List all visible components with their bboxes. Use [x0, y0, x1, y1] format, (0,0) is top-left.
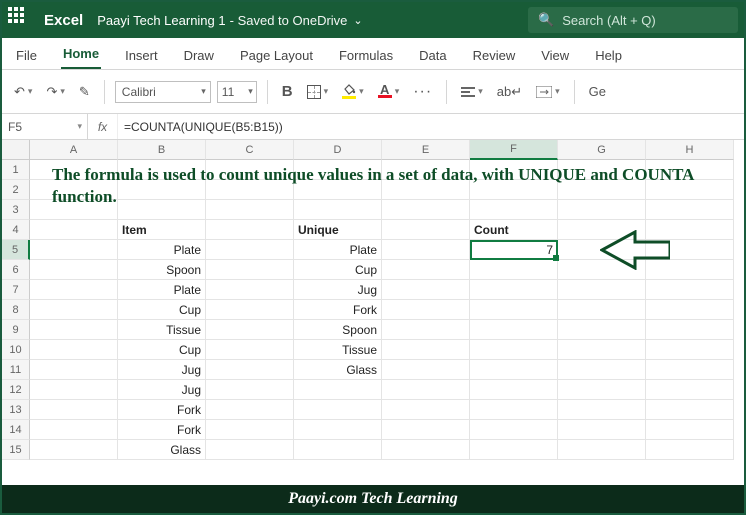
- app-launcher-icon[interactable]: [8, 7, 34, 33]
- ribbon-toolbar: ↶▾ ↷▾ ✎ Calibri 11 B ▾ ▾ A▾ ··· ▾ ab↵ ▾ …: [2, 70, 744, 114]
- row-header[interactable]: 11: [2, 360, 30, 380]
- more-font-button[interactable]: ···: [409, 81, 436, 103]
- tab-data[interactable]: Data: [417, 42, 448, 69]
- row-header[interactable]: 5: [2, 240, 30, 260]
- row-header[interactable]: 9: [2, 320, 30, 340]
- tab-page-layout[interactable]: Page Layout: [238, 42, 315, 69]
- row-header[interactable]: 12: [2, 380, 30, 400]
- fill-color-button[interactable]: ▾: [338, 82, 368, 101]
- tab-review[interactable]: Review: [471, 42, 518, 69]
- app-name: Excel: [44, 12, 83, 29]
- cell-unique[interactable]: Glass: [294, 360, 382, 380]
- font-color-button[interactable]: A▾: [374, 83, 404, 100]
- cell-item[interactable]: Spoon: [118, 260, 206, 280]
- tab-help[interactable]: Help: [593, 42, 624, 69]
- number-format-select[interactable]: Ge: [585, 82, 610, 101]
- merge-button[interactable]: ▾: [532, 84, 564, 100]
- cell-item[interactable]: Cup: [118, 340, 206, 360]
- wrap-text-button[interactable]: ab↵: [493, 82, 526, 102]
- col-header[interactable]: H: [646, 140, 734, 160]
- fx-button[interactable]: fx: [88, 114, 118, 139]
- border-icon: [307, 85, 321, 99]
- spreadsheet-grid: 1 2 3 4 5 6 7 8 9 10 11 12 13 14 15 A B …: [2, 140, 744, 460]
- wrap-icon: ab↵: [497, 84, 522, 100]
- row-header[interactable]: 1: [2, 160, 30, 180]
- tab-home[interactable]: Home: [61, 40, 101, 69]
- undo-icon: ↶: [14, 84, 25, 100]
- tab-view[interactable]: View: [539, 42, 571, 69]
- cell-unique[interactable]: Spoon: [294, 320, 382, 340]
- search-placeholder: Search (Alt + Q): [562, 13, 656, 28]
- ribbon-tabs: File Home Insert Draw Page Layout Formul…: [2, 38, 744, 70]
- tab-draw[interactable]: Draw: [182, 42, 216, 69]
- cell-item[interactable]: Cup: [118, 300, 206, 320]
- cell-item[interactable]: Tissue: [118, 320, 206, 340]
- header-count[interactable]: Count: [470, 220, 558, 240]
- document-name[interactable]: Paayi Tech Learning 1: [97, 13, 225, 28]
- search-input[interactable]: 🔍 Search (Alt + Q): [528, 7, 738, 33]
- brush-icon: ✎: [79, 84, 90, 100]
- row-header[interactable]: 3: [2, 200, 30, 220]
- merge-icon: [536, 86, 552, 98]
- cell-unique[interactable]: Tissue: [294, 340, 382, 360]
- redo-icon: ↷: [46, 84, 57, 100]
- bucket-icon: [342, 84, 356, 95]
- formula-input[interactable]: =COUNTA(UNIQUE(B5:B15)): [118, 114, 744, 139]
- font-family-select[interactable]: Calibri: [115, 81, 211, 103]
- cell-item[interactable]: Fork: [118, 420, 206, 440]
- formula-bar: F5▾ fx =COUNTA(UNIQUE(B5:B15)): [2, 114, 744, 140]
- col-header[interactable]: G: [558, 140, 646, 160]
- header-item[interactable]: Item: [118, 220, 206, 240]
- row-header[interactable]: 2: [2, 180, 30, 200]
- col-header[interactable]: F: [470, 140, 558, 160]
- align-icon: [461, 87, 475, 97]
- align-left-button[interactable]: ▾: [457, 84, 487, 99]
- row-header[interactable]: 6: [2, 260, 30, 280]
- header-unique[interactable]: Unique: [294, 220, 382, 240]
- cell-item[interactable]: Glass: [118, 440, 206, 460]
- col-header[interactable]: C: [206, 140, 294, 160]
- description-text: The formula is used to count unique valu…: [52, 164, 704, 208]
- cell-count[interactable]: 7: [470, 240, 558, 260]
- col-header[interactable]: B: [118, 140, 206, 160]
- cell-item[interactable]: Jug: [118, 360, 206, 380]
- name-box[interactable]: F5▾: [2, 114, 88, 139]
- title-bar: Excel Paayi Tech Learning 1 - Saved to O…: [2, 2, 744, 38]
- redo-button[interactable]: ↷▾: [42, 82, 68, 102]
- saved-location: - Saved to OneDrive: [230, 13, 348, 28]
- cell-item[interactable]: Plate: [118, 240, 206, 260]
- col-header[interactable]: D: [294, 140, 382, 160]
- footer-branding: Paayi.com Tech Learning: [2, 485, 744, 513]
- row-header[interactable]: 8: [2, 300, 30, 320]
- row-header[interactable]: 15: [2, 440, 30, 460]
- cells-area[interactable]: Item Unique Count Plate Plate 7 Spoon Cup P…: [30, 160, 744, 460]
- row-header[interactable]: 10: [2, 340, 30, 360]
- col-header[interactable]: A: [30, 140, 118, 160]
- cell-unique[interactable]: Cup: [294, 260, 382, 280]
- format-painter-button[interactable]: ✎: [75, 82, 94, 102]
- tab-insert[interactable]: Insert: [123, 42, 160, 69]
- borders-button[interactable]: ▾: [303, 83, 333, 101]
- cell-unique[interactable]: Fork: [294, 300, 382, 320]
- row-header[interactable]: 7: [2, 280, 30, 300]
- search-icon: 🔍: [538, 12, 554, 28]
- bold-button[interactable]: B: [278, 81, 297, 102]
- arrow-icon: [600, 230, 670, 270]
- row-header[interactable]: 14: [2, 420, 30, 440]
- tab-file[interactable]: File: [14, 42, 39, 69]
- cell-item[interactable]: Jug: [118, 380, 206, 400]
- tab-formulas[interactable]: Formulas: [337, 42, 395, 69]
- cell-item[interactable]: Plate: [118, 280, 206, 300]
- cell-item[interactable]: Fork: [118, 400, 206, 420]
- font-size-select[interactable]: 11: [217, 81, 257, 103]
- col-header[interactable]: E: [382, 140, 470, 160]
- row-header[interactable]: 4: [2, 220, 30, 240]
- chevron-down-icon[interactable]: ⌄: [353, 14, 362, 27]
- cell-unique[interactable]: Jug: [294, 280, 382, 300]
- select-all-corner[interactable]: [2, 140, 30, 160]
- cell-unique[interactable]: Plate: [294, 240, 382, 260]
- undo-button[interactable]: ↶▾: [10, 82, 36, 102]
- row-header[interactable]: 13: [2, 400, 30, 420]
